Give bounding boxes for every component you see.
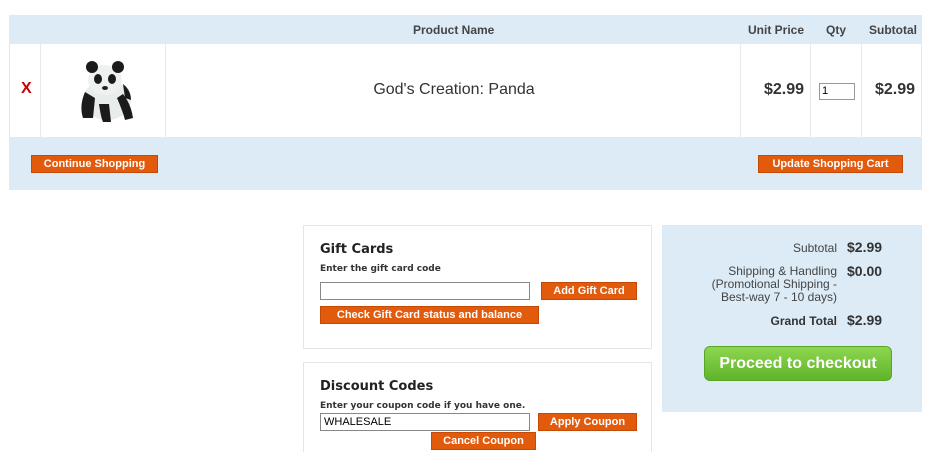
discount-codes-box: Discount Codes Enter your coupon code if…	[303, 362, 652, 452]
gift-cards-box: Gift Cards Enter the gift card code Add …	[303, 225, 652, 349]
cart-header-row: Product Name Unit Price Qty Subtotal	[9, 15, 922, 44]
qty-input[interactable]	[819, 82, 855, 100]
cart-table: Product Name Unit Price Qty Subtotal X G…	[9, 15, 922, 190]
check-gift-card-button[interactable]: Check Gift Card status and balance	[320, 306, 539, 324]
shipping-label-line: Best-way 7 - 10 days)	[720, 290, 837, 304]
qty-wrapper	[819, 81, 855, 100]
cancel-coupon-button[interactable]: Cancel Coupon	[431, 432, 536, 450]
order-totals-panel: Subtotal $2.99 Shipping & Handling (Prom…	[662, 225, 922, 412]
discount-codes-title: Discount Codes	[320, 379, 434, 394]
subtotal-label: Subtotal	[792, 241, 837, 255]
column-divider	[861, 44, 862, 137]
column-divider	[40, 44, 41, 137]
column-divider	[810, 44, 811, 137]
shipping-label: Shipping & Handling (Promotional Shippin…	[712, 265, 837, 304]
continue-shopping-button[interactable]: Continue Shopping	[31, 155, 158, 173]
gift-cards-title: Gift Cards	[320, 242, 394, 257]
grand-total-label: Grand Total	[770, 314, 837, 328]
cart-item-row: X God's Creation: Panda $2.99 $2.99	[9, 44, 922, 137]
remove-item-button[interactable]: X	[21, 80, 32, 98]
header-unit-price: Unit Price	[748, 23, 805, 37]
shipping-value: $0.00	[847, 263, 883, 279]
coupon-code-input[interactable]	[320, 413, 530, 431]
proceed-to-checkout-button[interactable]: Proceed to checkout	[704, 346, 892, 381]
add-gift-card-button[interactable]: Add Gift Card	[541, 282, 637, 300]
column-divider	[165, 44, 166, 137]
apply-coupon-button[interactable]: Apply Coupon	[538, 413, 637, 431]
header-qty: Qty	[826, 23, 847, 37]
grand-total-value: $2.99	[847, 312, 883, 328]
update-cart-button[interactable]: Update Shopping Cart	[758, 155, 903, 173]
header-subtotal: Subtotal	[869, 23, 917, 37]
item-subtotal: $2.99	[875, 81, 916, 98]
cart-actions-bar: Continue Shopping Update Shopping Cart	[9, 137, 922, 190]
coupon-prompt: Enter your coupon code if you have one.	[320, 401, 526, 411]
gift-card-prompt: Enter the gift card code	[320, 264, 441, 274]
unit-price: $2.99	[764, 81, 805, 98]
gift-card-code-input[interactable]	[320, 282, 530, 300]
subtotal-value: $2.99	[847, 239, 883, 255]
header-product-name: Product Name	[413, 23, 495, 37]
product-name[interactable]: God's Creation: Panda	[167, 81, 741, 99]
panda-figure-image[interactable]	[65, 54, 145, 126]
